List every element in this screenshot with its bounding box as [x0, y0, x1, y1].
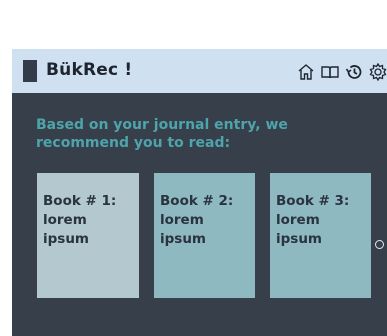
book-card-3[interactable]: Book # 3: lorem ipsum	[270, 173, 371, 298]
app-window: BükRec ! Based on your journal entry, we…	[12, 49, 387, 336]
book-label: Book # 2:	[160, 193, 234, 209]
book-title: lorem ipsum	[43, 212, 90, 247]
home-icon[interactable]	[296, 62, 316, 82]
book-title: lorem ipsum	[160, 212, 207, 247]
book-label: Book # 1:	[43, 193, 117, 209]
carousel-next-indicator[interactable]	[375, 240, 384, 249]
history-icon[interactable]	[344, 62, 364, 82]
book-title: lorem ipsum	[276, 212, 323, 247]
header-bar: BükRec !	[12, 49, 387, 93]
book-icon[interactable]	[320, 62, 340, 82]
book-card-1[interactable]: Book # 1: lorem ipsum	[37, 173, 139, 298]
recommendation-panel: Based on your journal entry, we recommen…	[12, 93, 387, 336]
app-title: BükRec !	[46, 60, 133, 80]
recommendation-heading: Based on your journal entry, we recommen…	[36, 117, 288, 151]
book-card-2[interactable]: Book # 2: lorem ipsum	[154, 173, 255, 298]
logo-mark	[23, 60, 37, 82]
settings-icon[interactable]	[368, 62, 387, 82]
book-label: Book # 3:	[276, 193, 350, 209]
